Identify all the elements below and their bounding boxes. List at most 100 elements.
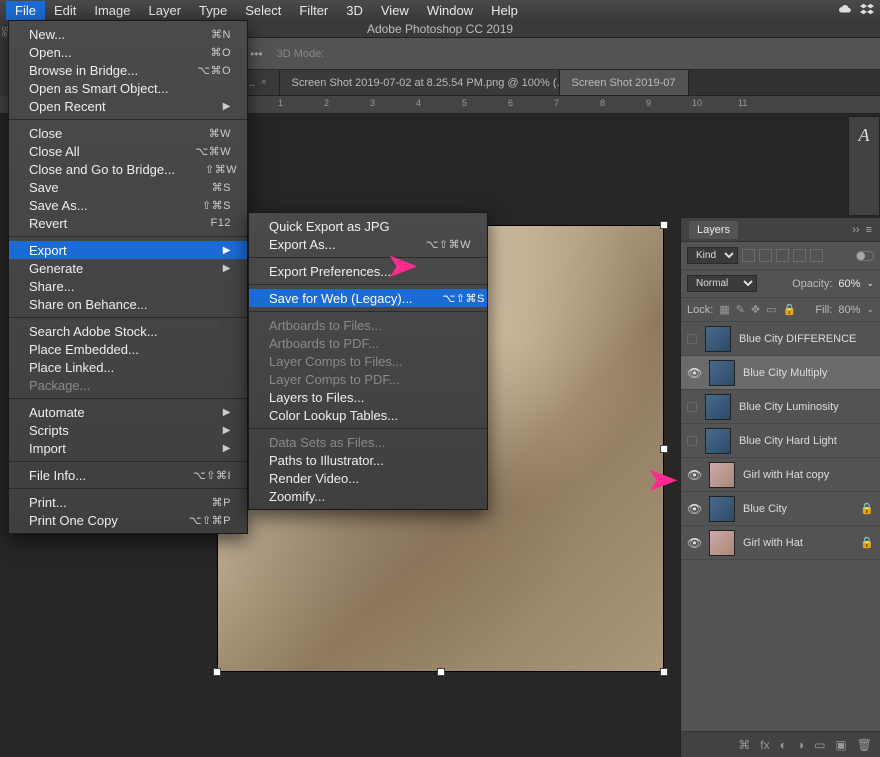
visibility-eye-icon[interactable]: 👁 — [687, 502, 701, 516]
opacity-value[interactable]: 60% — [838, 278, 860, 290]
lock-artboard-icon[interactable]: ▭ — [766, 303, 776, 316]
visibility-eye-icon[interactable]: 👁 — [687, 366, 701, 380]
layers-tab[interactable]: Layers — [689, 221, 738, 239]
layer-name[interactable]: Blue City Hard Light — [739, 435, 874, 447]
menu-item[interactable]: Layers to Files... — [249, 388, 487, 406]
menu-item[interactable]: Close and Go to Bridge...⇧⌘W — [9, 160, 247, 178]
filter-smart-icon[interactable] — [810, 249, 823, 262]
fill-value[interactable]: 80% — [838, 304, 860, 316]
toolbar-more-icon[interactable]: ••• — [250, 47, 263, 61]
3d-orbit-icon[interactable] — [338, 46, 354, 62]
layer-thumbnail[interactable] — [709, 462, 735, 488]
menu-item[interactable]: Render Video... — [249, 469, 487, 487]
menu-item[interactable]: Save for Web (Legacy)...⌥⇧⌘S — [249, 289, 487, 307]
link-layers-icon[interactable]: ⌘ — [738, 738, 750, 752]
layer-row[interactable]: Blue City DIFFERENCE — [681, 322, 880, 356]
chevron-down-icon[interactable]: ⌄ — [866, 304, 874, 315]
lock-brush-icon[interactable]: ✎ — [736, 303, 745, 316]
layer-name[interactable]: Girl with Hat — [743, 537, 852, 549]
menu-select[interactable]: Select — [236, 1, 290, 20]
filter-adjust-icon[interactable] — [759, 249, 772, 262]
menu-item[interactable]: Export Preferences... — [249, 262, 487, 280]
menu-item[interactable]: Open Recent▶ — [9, 97, 247, 115]
document-tab[interactable]: Screen Shot 2019-07-02 at 8.25.54 PM.png… — [280, 70, 560, 95]
menu-layer[interactable]: Layer — [140, 1, 191, 20]
layer-name[interactable]: Blue City — [743, 503, 852, 515]
menu-item[interactable]: New...⌘N — [9, 25, 247, 43]
lock-move-icon[interactable]: ✥ — [751, 303, 760, 316]
character-panel-tab[interactable]: A — [848, 116, 880, 216]
layer-thumbnail[interactable] — [709, 496, 735, 522]
menu-item[interactable]: Share on Behance... — [9, 295, 247, 313]
menu-item[interactable]: Paths to Illustrator... — [249, 451, 487, 469]
menu-item[interactable]: Print One Copy⌥⇧⌘P — [9, 511, 247, 529]
menu-item[interactable]: Print...⌘P — [9, 493, 247, 511]
visibility-eye-icon[interactable] — [687, 402, 697, 412]
layer-thumbnail[interactable] — [709, 360, 735, 386]
transform-handle[interactable] — [660, 221, 668, 229]
menu-item[interactable]: Browse in Bridge...⌥⌘O — [9, 61, 247, 79]
menu-item[interactable]: Export As...⌥⇧⌘W — [249, 235, 487, 253]
layer-name[interactable]: Girl with Hat copy — [743, 469, 874, 481]
menu-item[interactable]: Open as Smart Object... — [9, 79, 247, 97]
menu-item[interactable]: Open...⌘O — [9, 43, 247, 61]
layer-row[interactable]: 👁Blue City🔒 — [681, 492, 880, 526]
layer-row[interactable]: 👁Girl with Hat copy — [681, 458, 880, 492]
menu-item[interactable]: Export▶ — [9, 241, 247, 259]
blend-mode-select[interactable]: Normal — [687, 275, 757, 292]
menu-item[interactable]: File Info...⌥⇧⌘I — [9, 466, 247, 484]
menu-type[interactable]: Type — [190, 1, 236, 20]
menu-item[interactable]: Quick Export as JPG — [249, 217, 487, 235]
menu-item[interactable]: Automate▶ — [9, 403, 247, 421]
menu-item[interactable]: Close⌘W — [9, 124, 247, 142]
menu-view[interactable]: View — [372, 1, 418, 20]
layer-name[interactable]: Blue City Multiply — [743, 367, 874, 379]
layer-row[interactable]: Blue City Hard Light — [681, 424, 880, 458]
layer-name[interactable]: Blue City DIFFERENCE — [739, 333, 874, 345]
layer-name[interactable]: Blue City Luminosity — [739, 401, 874, 413]
menu-item[interactable]: Color Lookup Tables... — [249, 406, 487, 424]
panel-collapse-icon[interactable]: ›› — [852, 224, 859, 236]
cc-cloud-icon[interactable] — [838, 2, 852, 19]
menu-item[interactable]: Share... — [9, 277, 247, 295]
lock-all-icon[interactable]: 🔒 — [783, 303, 797, 316]
menu-item[interactable]: Search Adobe Stock... — [9, 322, 247, 340]
fx-icon[interactable]: fx — [760, 738, 769, 752]
menu-item[interactable]: Place Linked... — [9, 358, 247, 376]
menu-item[interactable]: Place Embedded... — [9, 340, 247, 358]
transform-handle[interactable] — [660, 445, 668, 453]
3d-pan-icon[interactable] — [368, 46, 384, 62]
transform-handle[interactable] — [437, 668, 445, 676]
filter-type-icon[interactable] — [776, 249, 789, 262]
layer-row[interactable]: Blue City Luminosity — [681, 390, 880, 424]
menu-item[interactable]: Close All⌥⌘W — [9, 142, 247, 160]
visibility-eye-icon[interactable]: 👁 — [687, 536, 701, 550]
menu-item[interactable]: Save⌘S — [9, 178, 247, 196]
menu-item[interactable]: Import▶ — [9, 439, 247, 457]
menu-item[interactable]: Save As...⇧⌘S — [9, 196, 247, 214]
filter-pixel-icon[interactable] — [742, 249, 755, 262]
visibility-eye-icon[interactable] — [687, 334, 697, 344]
menu-window[interactable]: Window — [418, 1, 482, 20]
document-tab[interactable]: Screen Shot 2019-07 — [560, 70, 689, 95]
panel-menu-icon[interactable]: ≡ — [866, 224, 872, 236]
dropbox-icon[interactable] — [860, 2, 874, 19]
filter-toggle[interactable] — [856, 251, 874, 261]
layer-thumbnail[interactable] — [709, 530, 735, 556]
transform-handle[interactable] — [660, 668, 668, 676]
adjustment-icon[interactable]: ◑ — [797, 738, 804, 752]
layer-thumbnail[interactable] — [705, 326, 731, 352]
filter-shape-icon[interactable] — [793, 249, 806, 262]
layer-row[interactable]: 👁Girl with Hat🔒 — [681, 526, 880, 560]
visibility-eye-icon[interactable] — [687, 436, 697, 446]
transform-handle[interactable] — [213, 668, 221, 676]
trash-icon[interactable]: 🗑 — [857, 738, 872, 752]
layer-thumbnail[interactable] — [705, 428, 731, 454]
group-icon[interactable]: ▭ — [814, 738, 825, 752]
menu-edit[interactable]: Edit — [45, 1, 85, 20]
menu-item[interactable]: Scripts▶ — [9, 421, 247, 439]
filter-kind-select[interactable]: Kind — [687, 247, 738, 264]
menu-filter[interactable]: Filter — [290, 1, 337, 20]
menu-help[interactable]: Help — [482, 1, 527, 20]
layer-row[interactable]: 👁 Blue City Multiply — [681, 356, 880, 390]
